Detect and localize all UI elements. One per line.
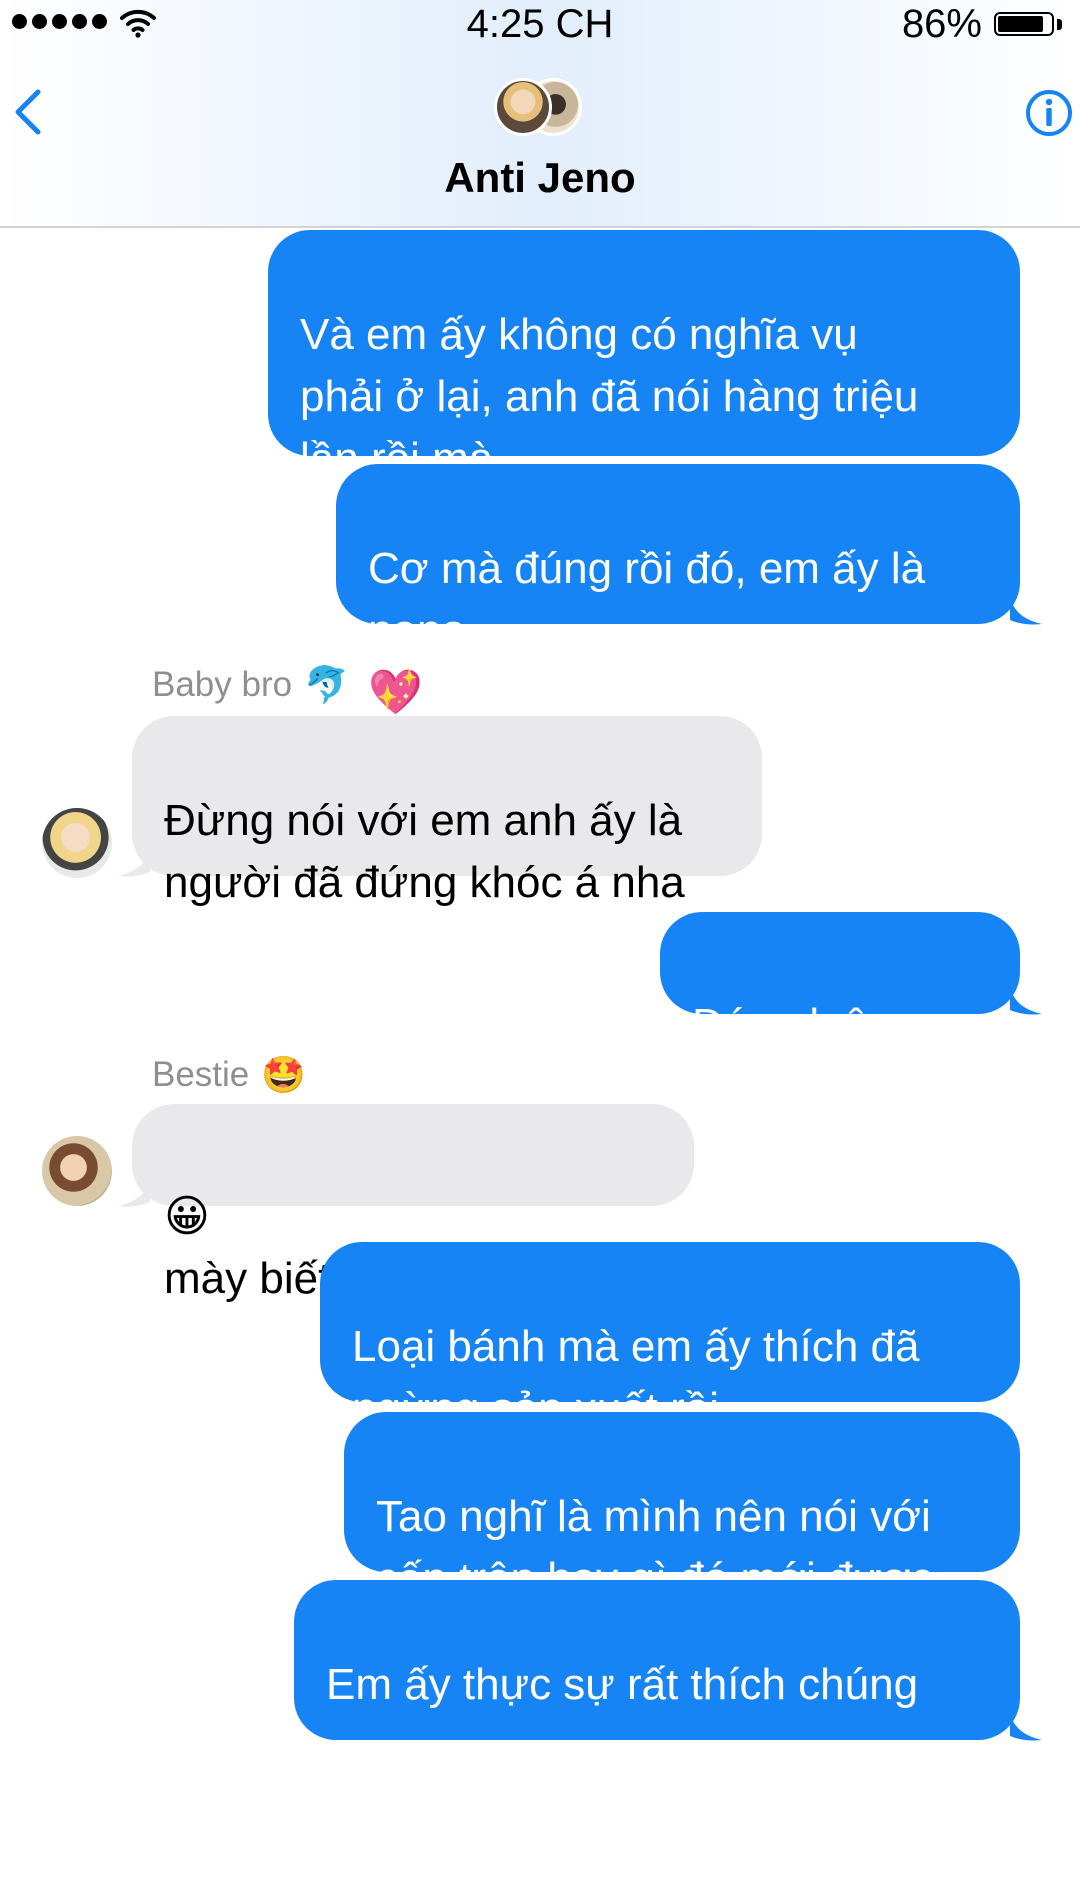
bubble-tail bbox=[1010, 986, 1042, 1015]
status-bar: 4:25 CH 86% bbox=[0, 0, 1080, 52]
avatar bbox=[494, 78, 552, 136]
bubble-tail bbox=[118, 1178, 150, 1207]
bubble-tail bbox=[118, 848, 150, 877]
outgoing-message[interactable]: Loại bánh mà em ấy thích đã ngừng sản xu… bbox=[320, 1242, 1020, 1496]
sender-label: Baby bro 🐬 bbox=[152, 664, 349, 705]
back-chevron-icon[interactable] bbox=[10, 86, 46, 138]
battery-tip bbox=[1057, 19, 1062, 30]
group-avatar[interactable] bbox=[494, 78, 584, 138]
message-text: Cơ mà đúng rồi đó, em ấy là nana bbox=[368, 544, 926, 655]
bubble-tail bbox=[1010, 1712, 1042, 1741]
sparkling-heart-emoji: 💖 bbox=[368, 667, 423, 718]
message-text: Em ấy thực sự rất thích chúng bbox=[326, 1660, 919, 1709]
info-icon[interactable] bbox=[1024, 88, 1074, 138]
message-text: Đúng luôn bbox=[692, 1000, 893, 1049]
crying-face-emoji: 😭 bbox=[326, 1845, 378, 1896]
bubble-tail bbox=[1010, 596, 1042, 625]
incoming-message[interactable]: Đừng nói với em anh ấy là người đã đứng … bbox=[132, 716, 762, 907]
message-text: Đừng nói với em anh ấy là người đã đứng … bbox=[164, 796, 685, 907]
avatar[interactable] bbox=[42, 808, 112, 878]
chat-header: 4:25 CH 86% Anti Jeno bbox=[0, 0, 1080, 228]
incoming-message[interactable]: 😀 mày biết lí do chưa? bbox=[132, 1104, 694, 1303]
outgoing-message[interactable]: Tao nghĩ là mình nên nói với cấp trên ha… bbox=[344, 1412, 1020, 1603]
outgoing-message[interactable]: Và em ấy không có nghĩa vụ phải ở lại, a… bbox=[268, 230, 1020, 483]
grinning-face-emoji: 😀 bbox=[164, 1191, 210, 1242]
outgoing-message[interactable]: Em ấy thực sự rất thích chúng 😭 bbox=[294, 1580, 1020, 1896]
star-struck-emoji: 🤩 bbox=[261, 1054, 307, 1095]
sender-label: Bestie 🤩 bbox=[152, 1054, 307, 1095]
dolphin-emoji: 🐬 bbox=[304, 664, 349, 705]
battery-percentage: 86% bbox=[901, 2, 982, 46]
message-text: Và em ấy không có nghĩa vụ phải ở lại, a… bbox=[300, 310, 919, 483]
avatar[interactable] bbox=[42, 1136, 112, 1206]
crying-face-emoji: 😭 bbox=[692, 1061, 744, 1112]
battery-icon bbox=[994, 12, 1054, 36]
chat-title[interactable]: Anti Jeno bbox=[0, 154, 1080, 202]
outgoing-message[interactable]: Đúng luôn 😭 bbox=[660, 912, 1020, 1112]
outgoing-message[interactable]: Cơ mà đúng rồi đó, em ấy là nana 💖 bbox=[336, 464, 1020, 718]
